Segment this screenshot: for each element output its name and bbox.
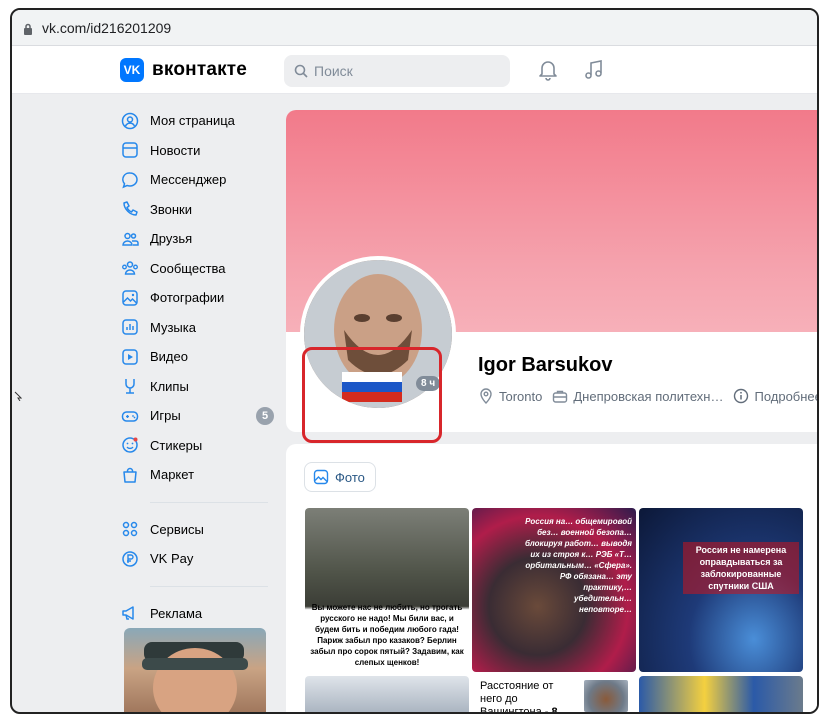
photo-thumbnail[interactable]: [639, 676, 803, 712]
briefcase-icon: [553, 390, 568, 403]
browser-window: vk.com/id216201209 VK вконтакте Поиск Мо…: [10, 8, 819, 714]
friends-icon: [120, 229, 140, 249]
explosion-thumbnail: [584, 680, 628, 712]
profile-city[interactable]: Toronto: [478, 388, 542, 404]
sidebar-item-label: Стикеры: [150, 437, 203, 453]
phone-icon: [120, 199, 140, 219]
tab-photos-label: Фото: [335, 469, 365, 485]
photo-thumbnail[interactable]: Россия на… общемировой без… военной безо…: [472, 508, 636, 672]
photo-caption: Россия на… общемировой без… военной безо…: [524, 517, 632, 614]
sidebar-item-video[interactable]: Видео: [120, 342, 272, 372]
photos-block: Фото Вы можете нас не любить, но трогать…: [286, 444, 817, 714]
sidebar-item-vkpay[interactable]: VK Pay: [120, 544, 272, 574]
sidebar-item-clips[interactable]: Клипы: [120, 372, 272, 402]
search-input[interactable]: Поиск: [284, 55, 510, 87]
sidebar-item-label: Игры: [150, 408, 181, 424]
sidebar-item-messenger[interactable]: Мессенджер: [120, 165, 272, 195]
info-icon: [734, 388, 749, 404]
vk-header: VK вконтакте Поиск: [12, 46, 817, 94]
sidebar-ad-image[interactable]: [124, 628, 266, 712]
photo-thumbnail[interactable]: Расстояние от него до Вашингтона - 8: [472, 676, 636, 714]
search-placeholder: Поиск: [314, 63, 353, 79]
vkpay-icon: [120, 549, 140, 569]
photo-text-prefix: Расстояние от него до Вашингтона -: [480, 680, 554, 714]
sidebar-item-market[interactable]: Маркет: [120, 460, 272, 490]
left-sidebar: Моя страница Новости Мессенджер Звонки Д…: [120, 106, 274, 629]
search-icon: [294, 64, 308, 78]
profile-more-label: Подробнее: [754, 388, 819, 404]
market-icon: [120, 465, 140, 485]
user-circle-icon: [120, 111, 140, 131]
games-count-badge: 5: [256, 406, 274, 425]
sidebar-item-label: Мессенджер: [150, 172, 227, 188]
photo-thumbnail[interactable]: [305, 676, 469, 712]
sidebar-item-label: VK Pay: [150, 551, 194, 567]
sidebar-item-music[interactable]: Музыка: [120, 313, 272, 343]
video-icon: [120, 347, 140, 367]
sidebar-item-services[interactable]: Сервисы: [120, 515, 272, 545]
sidebar-item-label: Клипы: [150, 378, 189, 394]
sidebar-item-my-page[interactable]: Моя страница: [120, 106, 272, 136]
sidebar-item-stickers[interactable]: Стикеры: [120, 431, 272, 461]
sidebar-item-label: Друзья: [150, 231, 193, 247]
profile-more-link[interactable]: Подробнее: [733, 388, 819, 404]
sidebar-item-label: Звонки: [150, 201, 192, 217]
sidebar-item-label: Фотографии: [150, 290, 225, 306]
sidebar-divider: [150, 585, 268, 587]
photo-text: Расстояние от него до Вашингтона - 8: [480, 680, 572, 714]
sidebar-item-news[interactable]: Новости: [120, 136, 272, 166]
photo-caption: Вы можете нас не любить, но трогать русс…: [310, 603, 464, 667]
mouse-cursor-icon: [14, 388, 23, 406]
clips-icon: [120, 376, 140, 396]
services-icon: [120, 519, 140, 539]
music-note-icon[interactable]: [584, 59, 604, 86]
music-icon: [120, 317, 140, 337]
location-pin-icon: [480, 388, 492, 404]
vk-logo-icon: VK: [120, 58, 144, 82]
url-text: vk.com/id216201209: [42, 19, 172, 36]
photo-icon: [120, 288, 140, 308]
sidebar-item-games[interactable]: Игры 5: [120, 401, 274, 431]
photo-thumbnail[interactable]: Россия не намерена оправдываться за забл…: [639, 508, 803, 672]
profile-name: Igor Barsukov: [478, 354, 613, 376]
megaphone-icon: [120, 603, 140, 623]
sidebar-item-label: Музыка: [150, 319, 196, 335]
stickers-icon: [120, 435, 140, 455]
communities-icon: [120, 258, 140, 278]
sidebar-item-label: Новости: [150, 142, 201, 158]
ad-person-illustration: [142, 642, 248, 712]
sidebar-item-friends[interactable]: Друзья: [120, 224, 272, 254]
browser-address-bar[interactable]: vk.com/id216201209: [12, 10, 817, 46]
tab-photos[interactable]: Фото: [304, 462, 376, 492]
sidebar-item-label: Видео: [150, 349, 188, 365]
photo-text-num: 8: [551, 706, 558, 714]
profile-education[interactable]: Днепровская политехн…: [552, 388, 723, 404]
sidebar-item-label: Моя страница: [150, 113, 235, 129]
sidebar-item-calls[interactable]: Звонки: [120, 195, 272, 225]
sidebar-item-label: Сообщества: [150, 260, 226, 276]
sidebar-item-communities[interactable]: Сообщества: [120, 254, 272, 284]
photo-caption: Россия не намерена оправдываться за забл…: [683, 542, 799, 594]
profile-info: Toronto Днепровская политехн… Подробнее: [478, 388, 819, 404]
vk-logo-text: вконтакте: [152, 59, 248, 80]
sidebar-divider: [150, 501, 268, 503]
photo-icon: [313, 469, 329, 485]
sidebar-item-photos[interactable]: Фотографии: [120, 283, 272, 313]
games-icon: [120, 406, 140, 426]
profile-education-label: Днепровская политехн…: [573, 388, 724, 404]
photo-thumbnail[interactable]: Вы можете нас не любить, но трогать русс…: [305, 508, 469, 672]
sidebar-item-ads[interactable]: Реклама: [120, 599, 272, 629]
vk-logo[interactable]: VK вконтакте: [120, 58, 247, 82]
highlight-annotation-box: [302, 347, 442, 443]
lock-icon: [22, 22, 34, 35]
message-icon: [120, 170, 140, 190]
bell-icon[interactable]: [538, 59, 558, 86]
profile-city-label: Toronto: [499, 388, 543, 404]
news-icon: [120, 140, 140, 160]
sidebar-item-label: Реклама: [150, 605, 203, 621]
sidebar-item-label: Сервисы: [150, 521, 204, 537]
sidebar-item-label: Маркет: [150, 467, 195, 483]
